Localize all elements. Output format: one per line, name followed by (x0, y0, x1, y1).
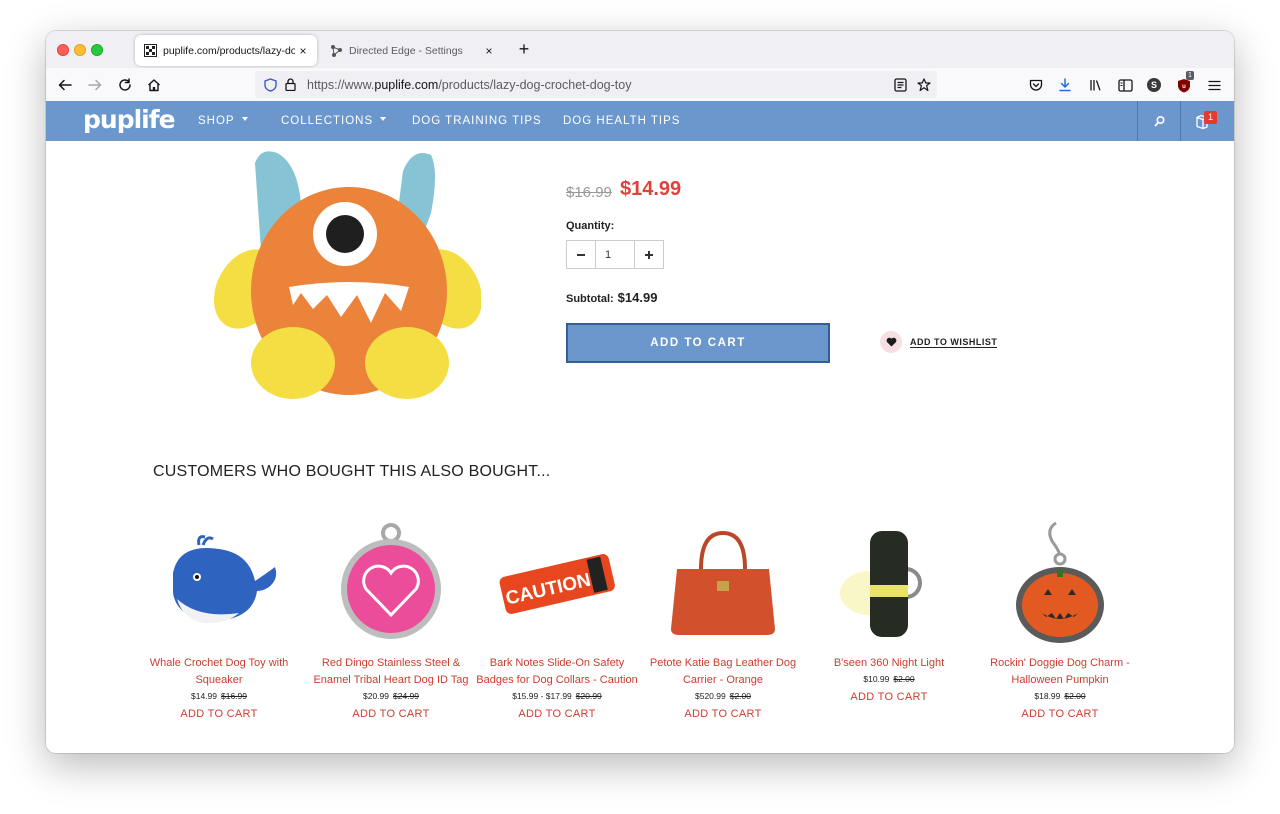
add-to-cart-link[interactable]: ADD TO CART (977, 708, 1143, 720)
also-bought-heading: CUSTOMERS WHO BOUGHT THIS ALSO BOUGHT... (153, 463, 551, 480)
bookmark-star-icon[interactable] (913, 74, 935, 96)
home-icon[interactable] (143, 74, 165, 96)
original-price: $16.99 (566, 184, 612, 201)
recommendation-item: Red Dingo Stainless Steel & Enamel Triba… (308, 519, 474, 720)
product-prices: $520.99 $2.00 (694, 691, 751, 701)
pocket-icon[interactable] (1025, 74, 1047, 96)
svg-text:u: u (1182, 84, 1186, 90)
sidebar-icon[interactable] (1114, 74, 1136, 96)
sale-price: $14.99 (620, 178, 682, 200)
product-name-link[interactable]: Rockin' Doggie Dog Charm - Halloween Pum… (977, 655, 1143, 689)
subtotal: Subtotal: $14.99 (566, 290, 657, 305)
reload-icon[interactable] (114, 74, 136, 96)
product-name-link[interactable]: Red Dingo Stainless Steel & Enamel Triba… (308, 655, 474, 689)
back-icon[interactable] (54, 74, 76, 96)
menu-collections[interactable]: COLLECTIONS (281, 115, 387, 127)
subtotal-label: Subtotal: (566, 293, 614, 305)
recommendation-item: Whale Crochet Dog Toy with Squeaker $14.… (136, 519, 302, 720)
product-thumbnail[interactable] (308, 519, 474, 647)
header-divider (1137, 101, 1138, 141)
directed-edge-favicon-icon (329, 44, 343, 58)
new-tab-button[interactable]: + (514, 40, 534, 58)
quantity-stepper: 1 (566, 240, 664, 269)
lock-icon[interactable] (281, 76, 299, 94)
add-to-cart-button[interactable]: ADD TO CART (566, 323, 830, 363)
hamburger-menu-icon[interactable] (1203, 74, 1225, 96)
add-to-wishlist-link[interactable]: ADD TO WISHLIST (910, 337, 998, 348)
library-icon[interactable] (1085, 74, 1107, 96)
menu-shop[interactable]: SHOP (198, 115, 248, 127)
site-header: puplife SHOP COLLECTIONS DOG TRAINING TI… (46, 101, 1234, 141)
recommendation-item: CAUTION Bark Notes Slide-On Safety Badge… (474, 519, 640, 720)
navigation-bar: https://www.puplife.com/products/lazy-do… (46, 68, 1234, 102)
tab-title: Directed Edge - Settings (349, 44, 463, 57)
url-bar[interactable]: https://www.puplife.com/products/lazy-do… (255, 71, 937, 98)
subtotal-amount: $14.99 (617, 290, 658, 305)
tab-close-icon[interactable]: × (481, 44, 497, 58)
url-text: https://www.puplife.com/products/lazy-do… (307, 77, 632, 92)
downloads-icon[interactable] (1054, 74, 1076, 96)
add-to-cart-link[interactable]: ADD TO CART (474, 708, 640, 720)
tab-puplife[interactable]: puplife.com/products/lazy-dog-crochet-do… (135, 35, 317, 66)
decrement-quantity-button[interactable] (567, 241, 595, 268)
add-to-cart-link[interactable]: ADD TO CART (806, 691, 972, 703)
product-prices: $20.99 $24.99 (363, 691, 419, 701)
product-prices: $14.99 $16.99 (191, 691, 247, 701)
add-to-cart-link[interactable]: ADD TO CART (136, 708, 302, 720)
product-prices: $15.99 - $17.99 $20.99 (512, 691, 602, 701)
tab-directed-edge[interactable]: Directed Edge - Settings × (321, 35, 503, 66)
close-window-button[interactable] (57, 44, 69, 56)
recommendation-item: Petote Katie Bag Leather Dog Carrier - O… (640, 519, 806, 720)
forward-icon[interactable] (84, 74, 106, 96)
product-prices: $10.99 $2.00 (863, 674, 915, 684)
product-name-link[interactable]: B'seen 360 Night Light (806, 655, 972, 672)
reader-view-icon[interactable] (889, 74, 911, 96)
tab-bar: puplife.com/products/lazy-dog-crochet-do… (46, 31, 1234, 68)
product-thumbnail[interactable] (977, 519, 1143, 647)
add-to-cart-link[interactable]: ADD TO CART (308, 708, 474, 720)
product-thumbnail[interactable] (640, 519, 806, 647)
caret-down-icon (380, 116, 387, 121)
tracking-protection-shield-icon[interactable] (261, 76, 279, 94)
ublock-extension-icon[interactable]: u 1 (1173, 71, 1195, 96)
cart-count-badge: 1 (1204, 111, 1217, 124)
menu-dog-health-tips[interactable]: DOG HEALTH TIPS (563, 115, 680, 127)
minimize-window-button[interactable] (74, 44, 86, 56)
profile-avatar[interactable]: S (1143, 74, 1165, 96)
menu-dog-training-tips[interactable]: DOG TRAINING TIPS (412, 115, 542, 127)
product-thumbnail[interactable]: CAUTION (474, 519, 640, 647)
product-name-link[interactable]: Petote Katie Bag Leather Dog Carrier - O… (640, 655, 806, 689)
puplife-logo[interactable]: puplife (83, 105, 176, 134)
product-thumbnail[interactable] (806, 519, 972, 647)
quantity-label: Quantity: (566, 220, 615, 232)
add-to-cart-link[interactable]: ADD TO CART (640, 708, 806, 720)
browser-window: puplife.com/products/lazy-dog-crochet-do… (46, 31, 1234, 753)
puplife-favicon-icon (143, 44, 157, 58)
zoom-window-button[interactable] (91, 44, 103, 56)
tab-title: puplife.com/products/lazy-dog-crochet-do… (163, 44, 295, 57)
product-name-link[interactable]: Bark Notes Slide-On Safety Badges for Do… (474, 655, 640, 689)
quantity-input[interactable]: 1 (595, 241, 635, 268)
product-image[interactable] (209, 141, 483, 433)
product-thumbnail[interactable] (136, 519, 302, 647)
recommendation-item: Rockin' Doggie Dog Charm - Halloween Pum… (977, 519, 1143, 720)
product-name-link[interactable]: Whale Crochet Dog Toy with Squeaker (136, 655, 302, 689)
search-icon[interactable] (1150, 111, 1170, 131)
increment-quantity-button[interactable] (635, 241, 663, 268)
tab-close-icon[interactable]: × (295, 44, 311, 58)
header-divider (1180, 101, 1181, 141)
extension-badge: 1 (1186, 71, 1194, 80)
heart-icon[interactable] (880, 331, 902, 353)
caret-down-icon (241, 116, 248, 121)
product-page-content: $16.99 $14.99 Quantity: 1 Subtotal: $14.9… (46, 141, 1234, 753)
recommendation-item: B'seen 360 Night Light $10.99 $2.00 ADD T… (806, 519, 972, 703)
product-prices: $18.99 $2.00 (1034, 691, 1086, 701)
